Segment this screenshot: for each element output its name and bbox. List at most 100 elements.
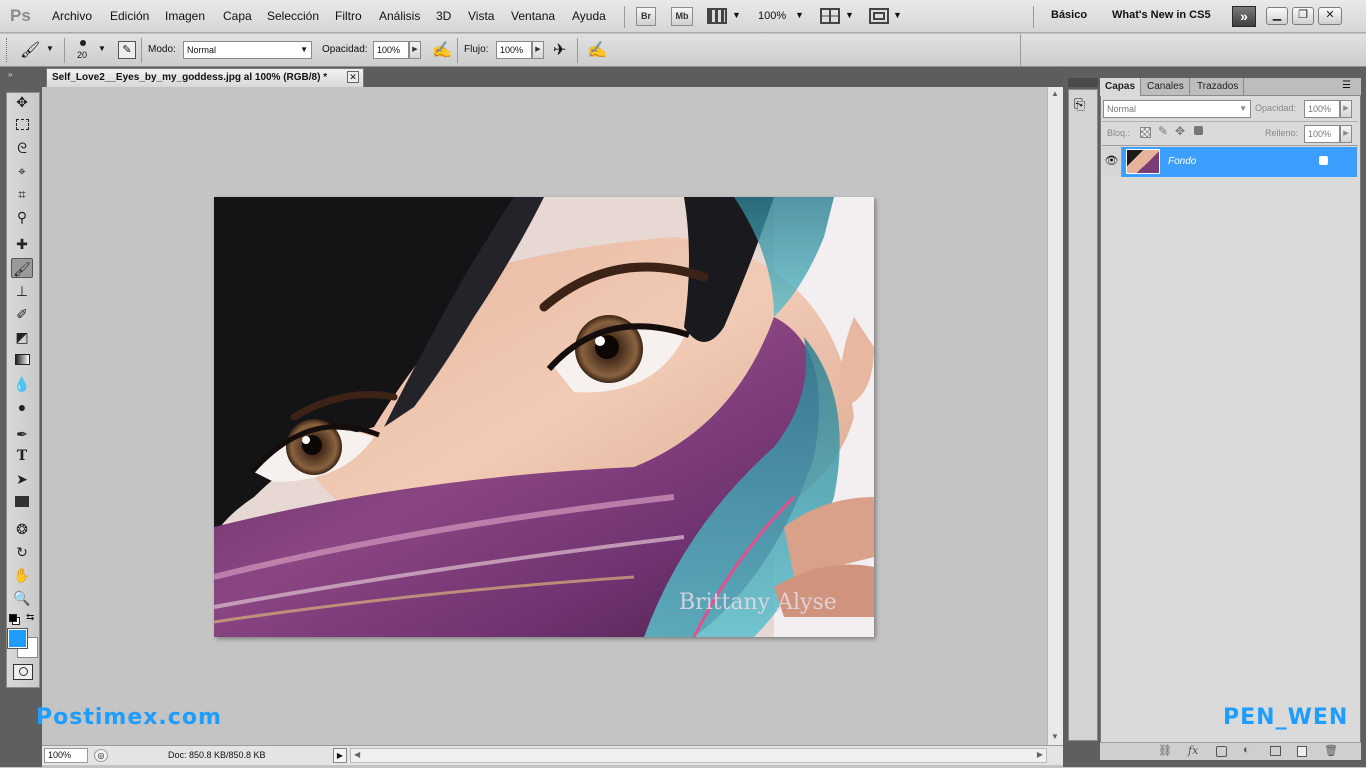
minimize-button[interactable]: ▁: [1266, 7, 1288, 25]
path-selection-tool-icon[interactable]: ➤: [11, 469, 33, 489]
status-menu-icon[interactable]: ▶: [333, 748, 347, 763]
chevron-down-icon[interactable]: ▼: [98, 44, 106, 53]
history-brush-tool-icon[interactable]: ✐: [11, 304, 33, 324]
marquee-tool-icon[interactable]: [11, 115, 33, 135]
panel-menu-icon[interactable]: ☰: [1342, 80, 1351, 91]
chevron-down-icon[interactable]: ▼: [795, 10, 804, 20]
drag-grip[interactable]: [6, 38, 10, 62]
scroll-up-icon[interactable]: ▲: [1051, 89, 1059, 98]
brush-size[interactable]: 20: [77, 50, 87, 60]
collapse-toolbar-icon[interactable]: »: [8, 70, 12, 79]
tab-canales[interactable]: Canales: [1142, 78, 1190, 96]
mode-select[interactable]: Normal ▼: [183, 41, 312, 59]
more-workspaces-icon[interactable]: »: [1232, 6, 1256, 27]
scroll-down-icon[interactable]: ▼: [1051, 732, 1059, 741]
collapsed-dock-header[interactable]: [1068, 78, 1098, 87]
document-tab[interactable]: Self_Love2__Eyes_by_my_goddess.jpg al 10…: [46, 68, 364, 87]
crop-tool-icon[interactable]: ⌗: [11, 184, 33, 204]
eyedropper-tool-icon[interactable]: ⚲: [11, 207, 33, 227]
status-info-icon[interactable]: ◎: [94, 749, 108, 762]
pressure-opacity-icon[interactable]: ✍: [432, 40, 452, 60]
gradient-tool-icon[interactable]: [11, 350, 33, 370]
move-tool-icon[interactable]: ✥: [11, 92, 33, 112]
workspace-basico[interactable]: Básico: [1051, 9, 1087, 21]
chevron-down-icon[interactable]: ▼: [732, 10, 741, 20]
foreground-color-swatch[interactable]: [7, 628, 28, 649]
restore-button[interactable]: ❐: [1292, 7, 1314, 25]
eye-icon[interactable]: 👁: [1102, 147, 1122, 177]
airbrush-icon[interactable]: ✈: [553, 40, 566, 60]
scroll-right-icon[interactable]: ▶: [1037, 750, 1043, 759]
brush-tip-icon[interactable]: [80, 40, 86, 46]
status-zoom-input[interactable]: 100%: [44, 748, 88, 763]
menu-archivo[interactable]: Archivo: [52, 9, 92, 23]
clone-stamp-tool-icon[interactable]: ⊥: [11, 281, 33, 301]
horizontal-scrollbar[interactable]: ◀ ▶: [350, 748, 1047, 763]
rectangle-tool-icon[interactable]: [11, 492, 33, 512]
link-layers-icon[interactable]: ⛓: [1158, 744, 1172, 757]
quick-selection-tool-icon[interactable]: ⌖: [11, 161, 33, 181]
chevron-down-icon[interactable]: ▼: [845, 10, 854, 20]
3d-orbit-tool-icon[interactable]: ↻: [11, 542, 33, 562]
pressure-size-icon[interactable]: ✍: [587, 40, 607, 60]
lock-transparency-icon[interactable]: [1140, 127, 1151, 138]
close-document-icon[interactable]: ✕: [347, 71, 359, 83]
scroll-left-icon[interactable]: ◀: [354, 750, 360, 759]
dodge-tool-icon[interactable]: ●: [11, 397, 33, 417]
layer-thumbnail[interactable]: [1126, 149, 1160, 174]
blend-mode-select[interactable]: Normal ▼: [1103, 100, 1251, 118]
lock-position-icon[interactable]: ✥: [1175, 124, 1185, 138]
fill-slider-toggle[interactable]: ▶: [1340, 125, 1352, 143]
menu-seleccion[interactable]: Selección: [267, 9, 319, 23]
eraser-tool-icon[interactable]: ◩: [11, 327, 33, 347]
brush-tool-preset-icon[interactable]: 🖌: [20, 40, 40, 60]
lock-pixels-icon[interactable]: ✎: [1158, 124, 1168, 138]
new-group-icon[interactable]: [1270, 746, 1281, 756]
minibridge-button[interactable]: Mb: [671, 7, 693, 26]
flow-input[interactable]: 100%: [496, 41, 532, 59]
tab-trazados[interactable]: Trazados: [1192, 78, 1245, 96]
lasso-tool-icon[interactable]: ᘓ: [11, 138, 33, 158]
swap-colors-icon[interactable]: ⇆: [26, 612, 34, 623]
brush-panel-toggle-icon[interactable]: ✎: [118, 41, 136, 59]
layer-mask-icon[interactable]: [1216, 746, 1227, 757]
opacity-input[interactable]: 100%: [373, 41, 409, 59]
layer-row-fondo[interactable]: 👁 Fondo: [1102, 147, 1357, 177]
quick-mask-icon[interactable]: [13, 664, 33, 680]
new-layer-icon[interactable]: [1297, 746, 1307, 757]
arrange-documents-icon[interactable]: [820, 8, 840, 24]
adjustment-layer-icon[interactable]: ◐: [1243, 744, 1250, 756]
brush-tool-icon[interactable]: 🖌: [11, 258, 33, 278]
chevron-down-icon[interactable]: ▼: [893, 10, 902, 20]
3d-rotate-tool-icon[interactable]: ❂: [11, 519, 33, 539]
blur-tool-icon[interactable]: 💧: [11, 374, 33, 394]
layer-name[interactable]: Fondo: [1168, 156, 1196, 167]
history-panel-icon[interactable]: ⎘: [1074, 96, 1085, 113]
flow-slider-toggle[interactable]: ▶: [532, 41, 544, 59]
film-strip-icon[interactable]: [707, 8, 727, 24]
menu-analisis[interactable]: Análisis: [379, 9, 420, 23]
tab-capas[interactable]: Capas: [1100, 78, 1142, 96]
default-colors-icon[interactable]: [9, 614, 17, 622]
delete-layer-icon[interactable]: 🗑: [1324, 744, 1338, 757]
menu-filtro[interactable]: Filtro: [335, 9, 362, 23]
layer-opacity-slider-toggle[interactable]: ▶: [1340, 100, 1352, 118]
menu-ayuda[interactable]: Ayuda: [572, 9, 606, 23]
menu-vista[interactable]: Vista: [468, 9, 494, 23]
bridge-button[interactable]: Br: [636, 7, 656, 26]
zoom-tool-icon[interactable]: 🔍: [11, 588, 33, 608]
layer-style-icon[interactable]: fx: [1188, 744, 1198, 757]
lock-all-icon[interactable]: [1194, 126, 1203, 135]
menu-imagen[interactable]: Imagen: [165, 9, 205, 23]
menu-3d[interactable]: 3D: [436, 9, 451, 23]
screen-mode-icon[interactable]: [869, 8, 889, 24]
healing-brush-tool-icon[interactable]: ✚: [11, 234, 33, 254]
pen-tool-icon[interactable]: ✒: [11, 424, 33, 444]
menu-capa[interactable]: Capa: [223, 9, 252, 23]
vertical-scrollbar[interactable]: ▲ ▼: [1047, 87, 1063, 745]
workspace-whats-new[interactable]: What's New in CS5: [1112, 9, 1211, 21]
hand-tool-icon[interactable]: ✋: [11, 565, 33, 585]
opacity-slider-toggle[interactable]: ▶: [409, 41, 421, 59]
menu-edicion[interactable]: Edición: [110, 9, 149, 23]
fill-input[interactable]: 100%: [1304, 125, 1340, 143]
